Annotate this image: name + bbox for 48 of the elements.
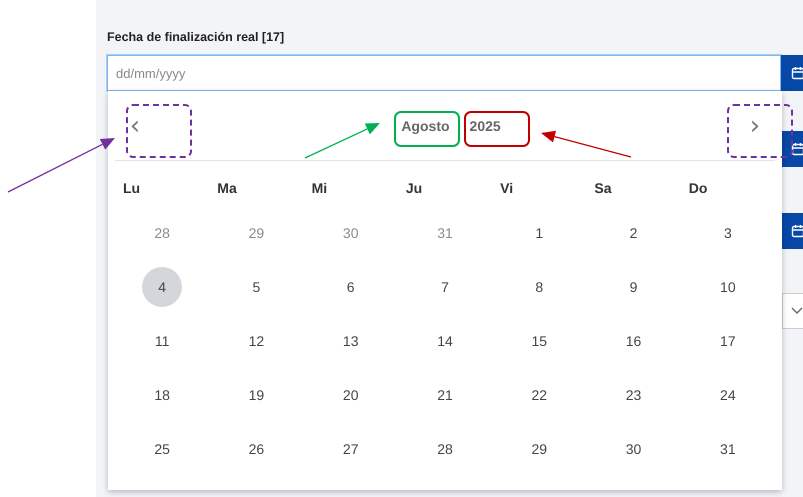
day-button[interactable]: 28: [424, 429, 465, 469]
day-button[interactable]: 13: [330, 321, 371, 361]
day-button[interactable]: 11: [142, 321, 182, 361]
day-button[interactable]: 24: [708, 375, 748, 415]
field-label: Fecha de finalización real [17]: [107, 30, 286, 46]
day-button[interactable]: 16: [614, 321, 654, 361]
previous-month-button[interactable]: ‹: [115, 106, 155, 146]
weekday-header: Vi: [500, 180, 514, 196]
day-button[interactable]: 20: [330, 375, 371, 415]
calendar-icon: [791, 66, 803, 80]
day-button[interactable]: 2: [614, 213, 654, 253]
day-button[interactable]: 8: [519, 267, 560, 307]
day-button[interactable]: 12: [236, 321, 276, 361]
day-button[interactable]: 4: [142, 267, 182, 307]
calendar-icon: [791, 224, 803, 238]
day-button[interactable]: 29: [519, 429, 560, 469]
day-button[interactable]: 5: [236, 267, 276, 307]
calendar-icon: [791, 142, 803, 156]
weekday-header: Do: [688, 180, 708, 196]
year-selector[interactable]: 2025: [466, 116, 505, 136]
day-button[interactable]: 15: [519, 321, 560, 361]
month-selector[interactable]: Agosto: [397, 116, 454, 136]
day-button[interactable]: 22: [519, 375, 560, 415]
day-button[interactable]: 6: [330, 267, 371, 307]
day-button[interactable]: 23: [614, 375, 654, 415]
day-button[interactable]: 26: [236, 429, 276, 469]
weekday-header: Ju: [406, 180, 422, 196]
day-button[interactable]: 10: [708, 267, 748, 307]
weekday-header: Mi: [312, 180, 328, 196]
day-button[interactable]: 3: [708, 213, 748, 253]
day-button[interactable]: 7: [424, 267, 465, 307]
day-button[interactable]: 17: [708, 321, 748, 361]
day-button[interactable]: 14: [424, 321, 465, 361]
weekday-header: Lu: [123, 180, 140, 196]
chevron-down-icon: [791, 307, 803, 315]
day-button[interactable]: 18: [142, 375, 182, 415]
weekday-header: Sa: [594, 180, 612, 196]
day-button[interactable]: 9: [614, 267, 654, 307]
day-button[interactable]: 27: [330, 429, 371, 469]
day-button[interactable]: 21: [424, 375, 465, 415]
day-button[interactable]: 31: [708, 429, 748, 469]
weekday-header: Ma: [217, 180, 237, 196]
next-month-button[interactable]: ›: [735, 106, 775, 146]
date-input-field[interactable]: dd/mm/yyyy: [107, 55, 781, 91]
day-button[interactable]: 25: [142, 429, 182, 469]
day-button[interactable]: 19: [236, 375, 276, 415]
day-button[interactable]: 1: [519, 213, 560, 253]
day-button[interactable]: 30: [614, 429, 654, 469]
